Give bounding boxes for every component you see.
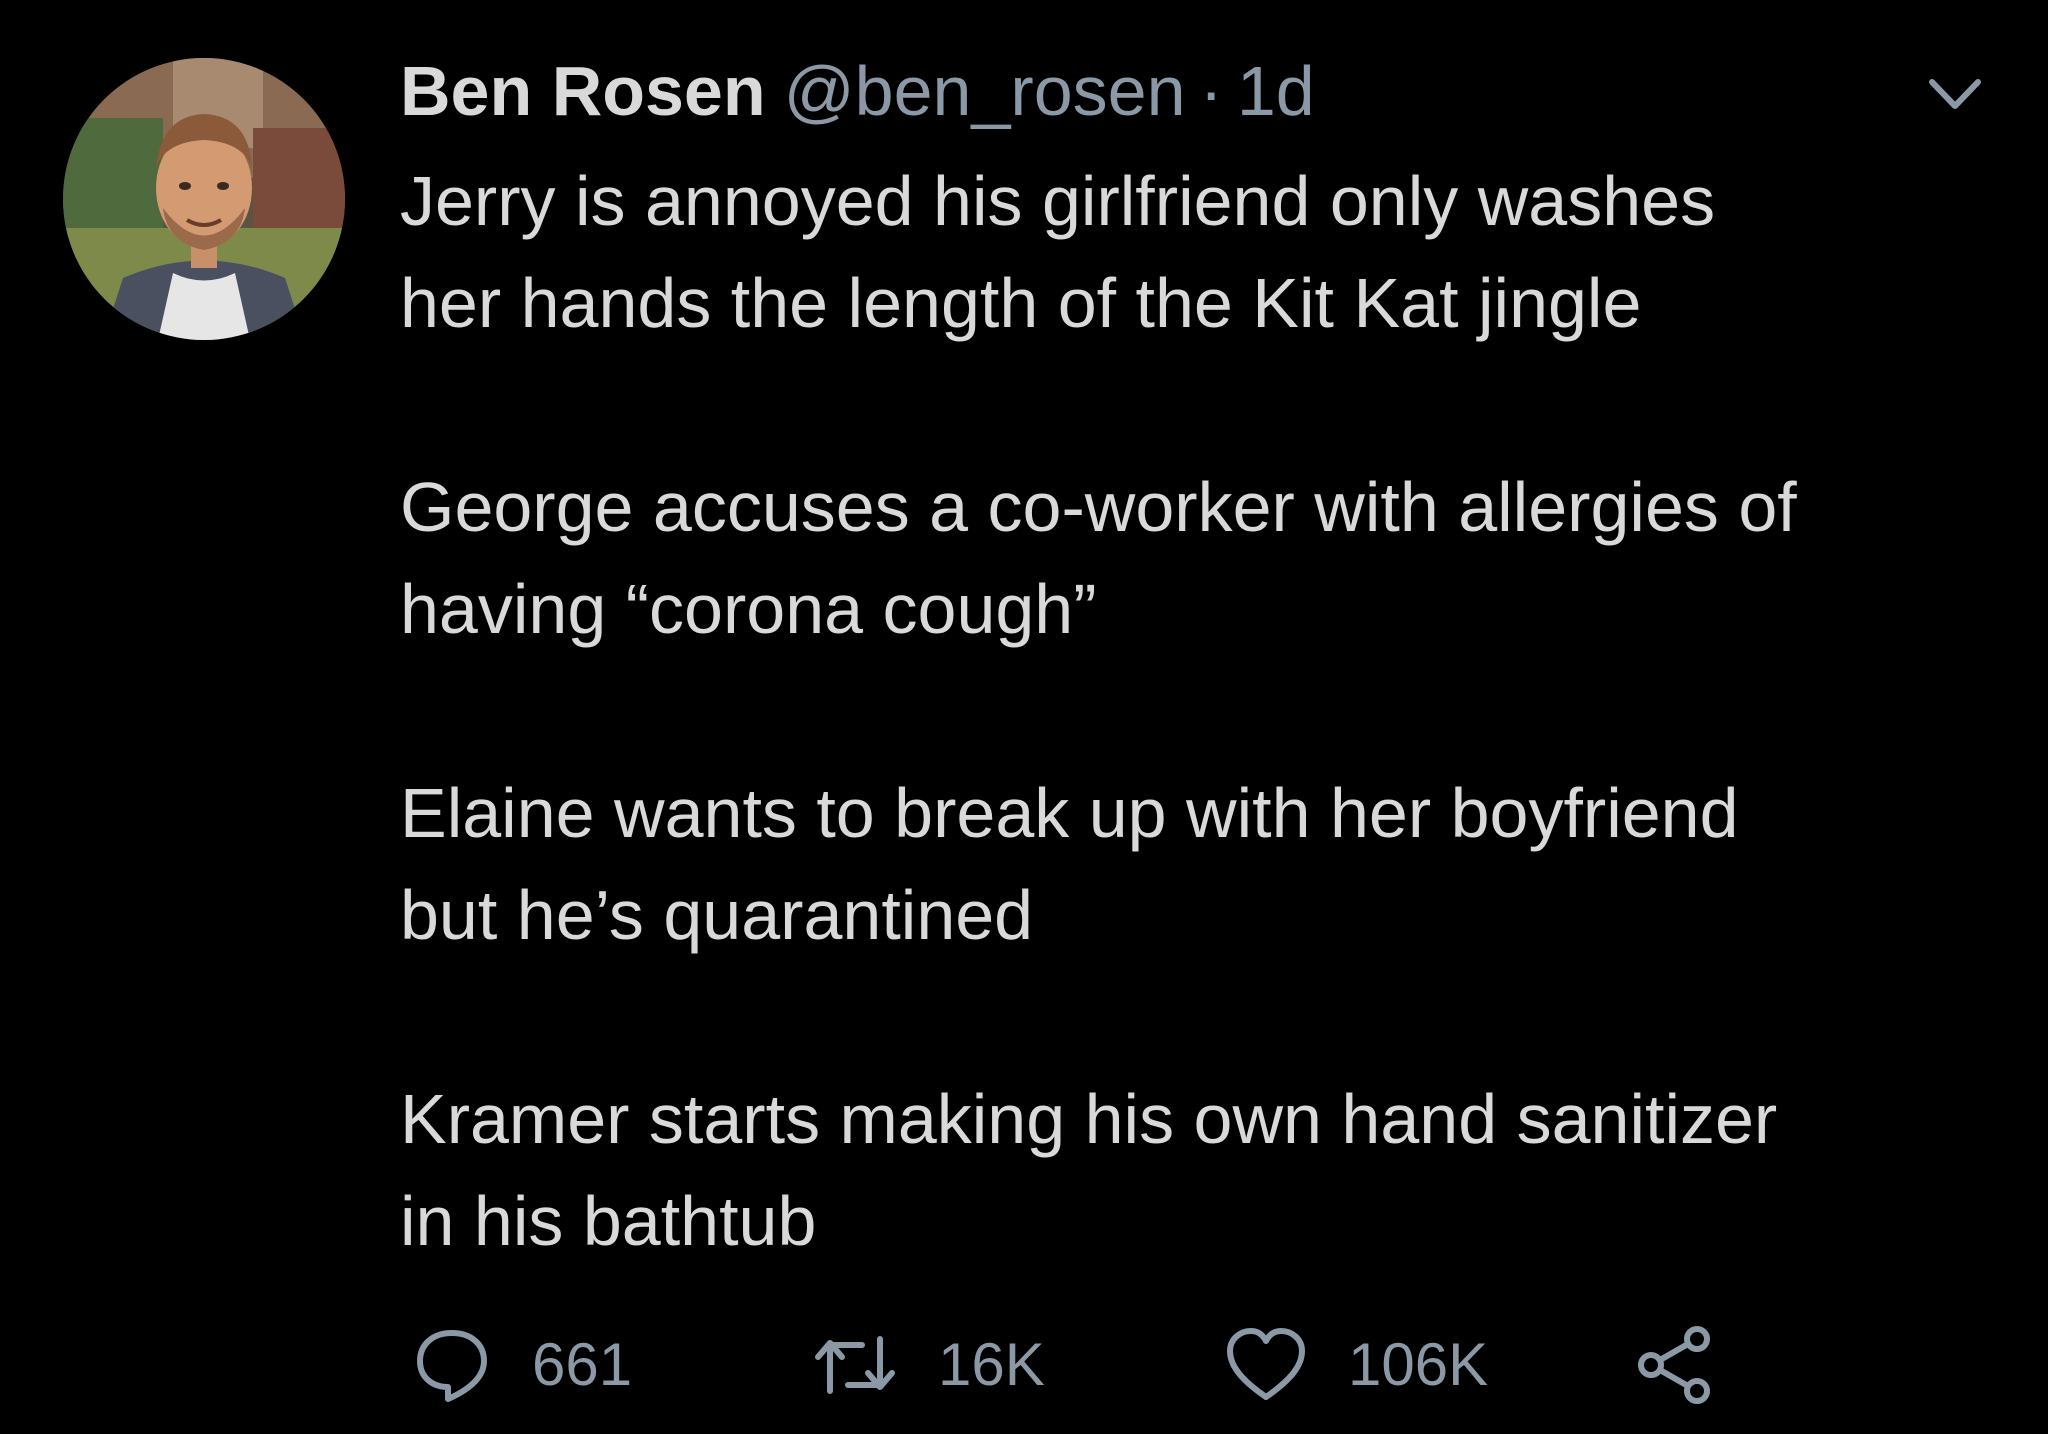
reply-icon (417, 1330, 487, 1402)
avatar[interactable] (63, 58, 345, 340)
avatar-photo (63, 58, 345, 340)
share-button[interactable] (1635, 1320, 1719, 1410)
tweet-text: Jerry is annoyed his girlfriend only was… (400, 150, 1980, 1272)
user-handle[interactable]: @ben_rosen (784, 48, 1186, 134)
tweet-actions: 661 16K 106K (400, 1320, 1900, 1410)
share-icon (1638, 1326, 1710, 1404)
tweet-paragraph: Kramer starts making his own hand saniti… (400, 1080, 1778, 1260)
reply-button[interactable]: 661 (410, 1320, 632, 1410)
retweet-button[interactable]: 16K (810, 1320, 1045, 1410)
tweet[interactable]: Ben Rosen @ben_rosen · 1d Jerry is annoy… (0, 0, 2048, 1434)
chevron-down-icon[interactable] (1926, 74, 1984, 114)
separator-dot: · (1199, 52, 1223, 130)
tweet-header: Ben Rosen @ben_rosen · 1d (400, 48, 1315, 134)
tweet-paragraph: Elaine wants to break up with her boyfri… (400, 774, 1739, 954)
timestamp[interactable]: 1d (1237, 48, 1315, 134)
reply-count: 661 (532, 1331, 633, 1398)
tweet-paragraph: Jerry is annoyed his girlfriend only was… (400, 162, 1716, 342)
tweet-paragraph: George accuses a co-worker with allergie… (400, 468, 1797, 648)
retweet-count: 16K (938, 1331, 1045, 1398)
like-count: 106K (1348, 1331, 1489, 1398)
retweet-icon (815, 1336, 895, 1394)
display-name[interactable]: Ben Rosen (400, 48, 766, 134)
like-button[interactable]: 106K (1222, 1320, 1488, 1410)
heart-icon (1227, 1328, 1305, 1400)
